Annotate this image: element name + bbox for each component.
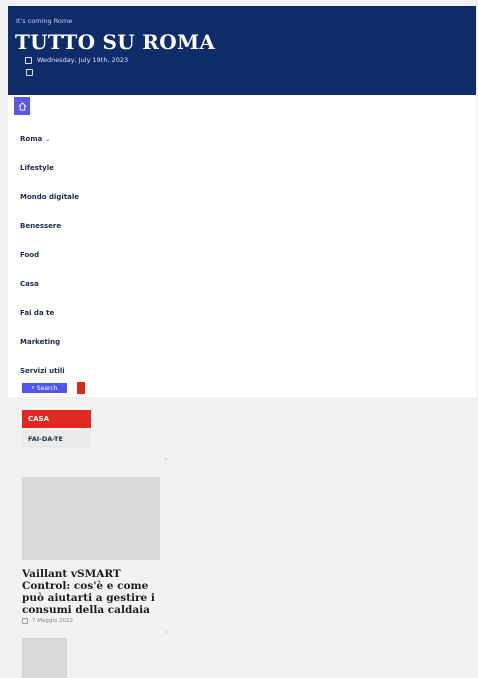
home-button[interactable] <box>14 97 30 115</box>
chevron-down-icon: ⌄ <box>45 136 51 143</box>
nav-item-food[interactable]: Food <box>20 251 39 259</box>
calendar-icon <box>26 69 33 76</box>
tag-fai-da-te[interactable]: FAI-DA-TE <box>22 430 91 448</box>
article-date: 7 Maggio 2022 <box>32 618 73 624</box>
search-button[interactable]: ⌕ Search <box>22 383 67 393</box>
calendar-icon <box>22 618 28 624</box>
nav-item-marketing[interactable]: Marketing <box>20 338 60 346</box>
site-title[interactable]: TUTTO SU ROMA <box>15 30 215 54</box>
nav-item-roma[interactable]: Roma ⌄ <box>20 135 50 143</box>
menu-toggle-button[interactable] <box>77 382 85 394</box>
article-date-row: 7 Maggio 2022 <box>22 618 73 624</box>
article-title[interactable]: Vaillant vSMART Control: cos'è e come pu… <box>22 568 162 616</box>
main-navigation: Roma ⌄ Lifestyle Mondo digitale Benessere… <box>8 95 476 397</box>
next-article-thumbnail[interactable] <box>22 638 67 678</box>
divider-dot <box>165 458 167 460</box>
nav-item-casa[interactable]: Casa <box>20 280 39 288</box>
article-thumbnail[interactable] <box>22 477 160 560</box>
calendar-icon <box>25 56 32 64</box>
home-icon <box>18 101 26 111</box>
date-row: Wednesday, July 19th, 2023 <box>25 56 128 64</box>
site-tagline: It's coming Rome <box>16 17 73 25</box>
search-label: Search <box>36 384 58 392</box>
site-header: It's coming Rome TUTTO SU ROMA Wednesday… <box>8 6 476 95</box>
nav-item-mondo-digitale[interactable]: Mondo digitale <box>20 193 79 201</box>
nav-item-label: Roma <box>20 135 43 143</box>
nav-item-servizi-utili[interactable]: Servizi utili <box>20 367 65 375</box>
nav-item-benessere[interactable]: Benessere <box>20 222 61 230</box>
nav-item-lifestyle[interactable]: Lifestyle <box>20 164 54 172</box>
search-icon: ⌕ <box>31 384 35 391</box>
current-date: Wednesday, July 19th, 2023 <box>37 56 129 64</box>
page: It's coming Rome TUTTO SU ROMA Wednesday… <box>8 6 476 678</box>
tag-casa[interactable]: CASA <box>22 410 91 428</box>
divider-dot <box>166 631 168 633</box>
nav-item-fai-da-te[interactable]: Fai da te <box>20 309 54 317</box>
